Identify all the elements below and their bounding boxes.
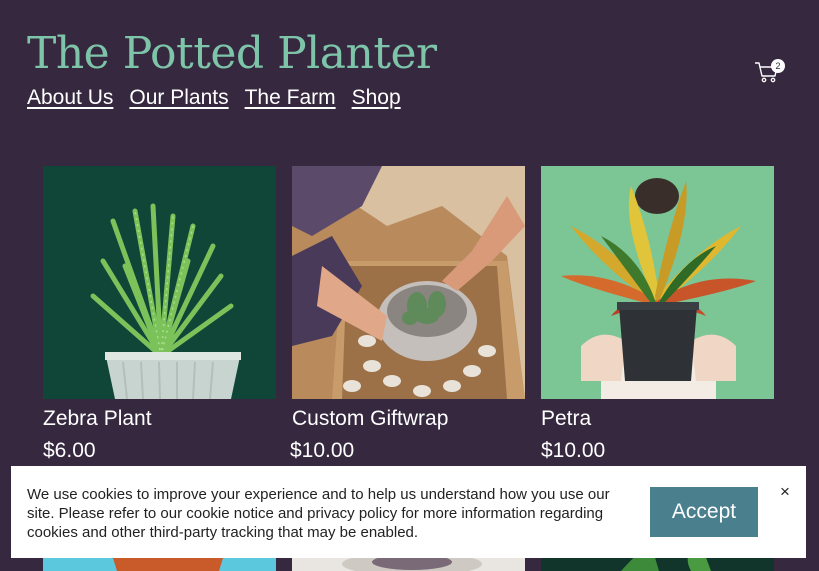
cart-button[interactable]: 2	[754, 58, 786, 84]
product-price: $10.00	[290, 439, 355, 462]
cart-count-badge: 2	[771, 59, 785, 73]
product-name[interactable]: Zebra Plant	[43, 406, 276, 432]
cookie-notice-text: We use cookies to improve your experienc…	[27, 486, 610, 541]
cookie-banner: We use cookies to improve your experienc…	[11, 466, 806, 558]
product-name[interactable]: Custom Giftwrap	[292, 406, 525, 432]
nav-shop[interactable]: Shop	[352, 84, 401, 112]
product-card-petra[interactable]: Petra $10.00	[541, 166, 774, 464]
product-image-zebra-plant[interactable]	[43, 166, 276, 399]
main-nav: About Us Our Plants The Farm Shop	[27, 84, 437, 112]
accept-cookies-button[interactable]: Accept	[650, 487, 758, 537]
product-price: $10.00	[541, 439, 606, 462]
close-icon[interactable]: ×	[777, 482, 793, 502]
nav-about-us[interactable]: About Us	[27, 84, 113, 112]
product-image-petra[interactable]	[541, 166, 774, 399]
product-card-zebra-plant[interactable]: Zebra Plant $6.00	[43, 166, 276, 464]
product-name[interactable]: Petra	[541, 406, 774, 432]
site-header: The Potted Planter About Us Our Plants T…	[27, 28, 437, 112]
product-price: $6.00	[43, 439, 96, 462]
product-card-custom-giftwrap[interactable]: Custom Giftwrap $10.00	[290, 166, 525, 464]
nav-the-farm[interactable]: The Farm	[245, 84, 336, 112]
nav-our-plants[interactable]: Our Plants	[129, 84, 228, 112]
site-logo[interactable]: The Potted Planter	[27, 28, 437, 80]
product-image-custom-giftwrap[interactable]	[292, 166, 525, 399]
